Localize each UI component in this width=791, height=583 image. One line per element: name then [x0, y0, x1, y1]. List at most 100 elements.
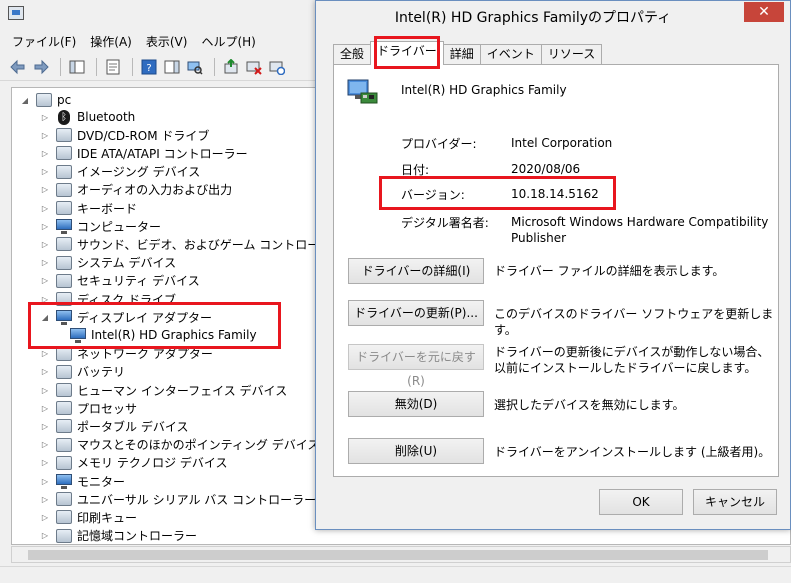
tree-category-item[interactable]: ▷ コンピューター — [40, 217, 161, 235]
tab-driver[interactable]: ドライバー — [370, 41, 444, 65]
driver-details-button[interactable]: ドライバーの詳細(I) — [348, 258, 484, 284]
expand-triangle-icon[interactable]: ▷ — [40, 258, 50, 268]
uninstall-driver-description: ドライバーをアンインストールします (上級者用)。 — [494, 445, 771, 459]
tree-category-item[interactable]: ▷ キーボード — [40, 199, 137, 217]
forward-arrow-icon[interactable] — [31, 57, 51, 77]
tree-category-item[interactable]: ▷ ヒューマン インターフェイス デバイス — [40, 381, 287, 399]
expand-triangle-icon[interactable]: ▷ — [40, 440, 50, 450]
tree-category-item[interactable]: ▷ モニター — [40, 472, 125, 490]
tree-item-label: サウンド、ビデオ、およびゲーム コントローラー — [77, 237, 344, 252]
help-icon[interactable]: ? — [139, 57, 159, 77]
tree-category-item[interactable]: ▷ セキュリティ デバイス — [40, 272, 200, 290]
back-arrow-icon[interactable] — [8, 57, 28, 77]
battery-icon — [56, 364, 72, 379]
tab-events[interactable]: イベント — [479, 44, 542, 64]
collapse-triangle-icon[interactable]: ◢ — [20, 95, 30, 105]
tree-item-label: セキュリティ デバイス — [77, 274, 200, 289]
menu-view[interactable]: 表示(V) — [146, 33, 188, 50]
menu-help[interactable]: ヘルプ(H) — [201, 33, 255, 50]
update-driver-icon[interactable] — [221, 57, 241, 77]
expand-triangle-icon[interactable]: ▷ — [40, 512, 50, 522]
roll-back-driver-button[interactable]: ドライバーを元に戻す(R) — [348, 344, 484, 388]
expand-triangle-icon[interactable]: ▷ — [40, 239, 50, 249]
uninstall-device-icon[interactable] — [244, 57, 264, 77]
tree-category-item[interactable]: ▷ サウンド、ビデオ、およびゲーム コントローラー — [40, 235, 343, 253]
tree-category-item[interactable]: ▷ ディスク ドライブ — [40, 290, 176, 308]
menu-action[interactable]: 操作(A) — [90, 33, 132, 50]
expand-triangle-icon[interactable]: ▷ — [40, 294, 50, 304]
computer-icon — [56, 219, 72, 235]
tree-category-item[interactable]: ▷ ユニバーサル シリアル バス コントローラー — [40, 490, 316, 508]
tab-details[interactable]: 詳細 — [442, 44, 481, 64]
processor-icon — [56, 401, 72, 416]
expand-triangle-icon[interactable]: ▷ — [40, 421, 50, 431]
scan-hardware-icon[interactable] — [185, 57, 205, 77]
tree-category-item[interactable]: ▷ 記憶域コントローラー — [40, 527, 197, 545]
enable-device-icon[interactable] — [267, 57, 287, 77]
svg-text:?: ? — [146, 63, 151, 74]
update-driver-button[interactable]: ドライバーの更新(P)... — [348, 300, 484, 326]
collapse-triangle-icon[interactable]: ◢ — [40, 312, 50, 322]
tree-item-label: ネットワーク アダプター — [77, 347, 213, 362]
date-value: 2020/08/06 — [511, 162, 581, 176]
tree-category-item[interactable]: ▷ プロセッサ — [40, 399, 137, 417]
tree-category-item[interactable]: ▷ マウスとそのほかのポインティング デバイス — [40, 436, 319, 454]
tree-category-item[interactable]: ▷ ᛒ Bluetooth — [40, 108, 135, 126]
tree-item-label: 記憶域コントローラー — [77, 529, 198, 544]
tree-category-item[interactable]: ▷ IDE ATA/ATAPI コントローラー — [40, 144, 248, 162]
expand-triangle-icon[interactable]: ▷ — [40, 476, 50, 486]
version-label: バージョン: — [401, 188, 465, 202]
expand-triangle-icon[interactable]: ▷ — [40, 531, 50, 541]
close-button[interactable]: ✕ — [744, 2, 784, 22]
tree-category-item[interactable]: ▷ ポータブル デバイス — [40, 417, 188, 435]
horizontal-scrollbar[interactable] — [11, 546, 791, 563]
tree-item-label: メモリ テクノロジ デバイス — [77, 456, 228, 471]
expand-triangle-icon[interactable]: ▷ — [40, 349, 50, 359]
expand-triangle-icon[interactable]: ▷ — [40, 185, 50, 195]
expand-triangle-icon[interactable]: ▷ — [40, 167, 50, 177]
tree-device-item[interactable]: Intel(R) HD Graphics Family — [70, 326, 257, 344]
tab-resources[interactable]: リソース — [540, 44, 603, 64]
system-device-icon — [56, 255, 72, 270]
tree-category-item[interactable]: ▷ メモリ テクノロジ デバイス — [40, 454, 228, 472]
expand-triangle-icon[interactable]: ▷ — [40, 112, 50, 122]
ok-button[interactable]: OK — [599, 489, 683, 515]
tree-item-label: Bluetooth — [77, 110, 136, 124]
disable-device-button[interactable]: 無効(D) — [348, 391, 484, 417]
tree-category-item[interactable]: ▷ DVD/CD-ROM ドライブ — [40, 126, 209, 144]
expand-triangle-icon[interactable]: ▷ — [40, 148, 50, 158]
tree-category-item[interactable]: ◢ ディスプレイ アダプター — [40, 308, 212, 326]
tree-category-item[interactable]: ▷ バッテリ — [40, 363, 125, 381]
action-pane-icon[interactable] — [162, 57, 182, 77]
expand-triangle-icon[interactable]: ▷ — [40, 403, 50, 413]
expand-triangle-icon[interactable]: ▷ — [40, 276, 50, 286]
expand-triangle-icon[interactable]: ▷ — [40, 203, 50, 213]
printer-icon — [56, 510, 72, 525]
tree-item-label: ヒューマン インターフェイス デバイス — [77, 383, 288, 398]
properties-icon[interactable] — [103, 57, 123, 77]
tree-category-item[interactable]: ▷ 印刷キュー — [40, 508, 137, 526]
digital-signer-value: Microsoft Windows Hardware Compatibility… — [511, 215, 769, 245]
tree-root-pc[interactable]: ◢ pc — [20, 91, 71, 109]
scrollbar-thumb[interactable] — [28, 550, 768, 560]
tree-category-item[interactable]: ▷ システム デバイス — [40, 254, 176, 272]
expand-triangle-icon[interactable]: ▷ — [40, 130, 50, 140]
expand-triangle-icon[interactable]: ▷ — [40, 221, 50, 231]
expand-triangle-icon[interactable]: ▷ — [40, 494, 50, 504]
tree-category-item[interactable]: ▷ ネットワーク アダプター — [40, 345, 213, 363]
expand-triangle-icon[interactable]: ▷ — [40, 385, 50, 395]
cancel-button[interactable]: キャンセル — [693, 489, 777, 515]
tree-item-label: ポータブル デバイス — [77, 419, 189, 434]
provider-label: プロバイダー: — [401, 137, 477, 151]
expand-triangle-icon[interactable]: ▷ — [40, 367, 50, 377]
security-device-icon — [56, 273, 72, 288]
uninstall-driver-button[interactable]: 削除(U) — [348, 438, 484, 464]
dialog-title: Intel(R) HD Graphics Familyのプロパティ — [394, 10, 672, 26]
tree-item-label: バッテリ — [77, 365, 126, 380]
tree-category-item[interactable]: ▷ イメージング デバイス — [40, 163, 200, 181]
tree-category-item[interactable]: ▷ オーディオの入力および出力 — [40, 181, 232, 199]
show-hide-console-tree-icon[interactable] — [67, 57, 87, 77]
menu-file[interactable]: ファイル(F) — [12, 33, 76, 50]
expand-triangle-icon[interactable]: ▷ — [40, 458, 50, 468]
tab-general[interactable]: 全般 — [333, 44, 372, 64]
